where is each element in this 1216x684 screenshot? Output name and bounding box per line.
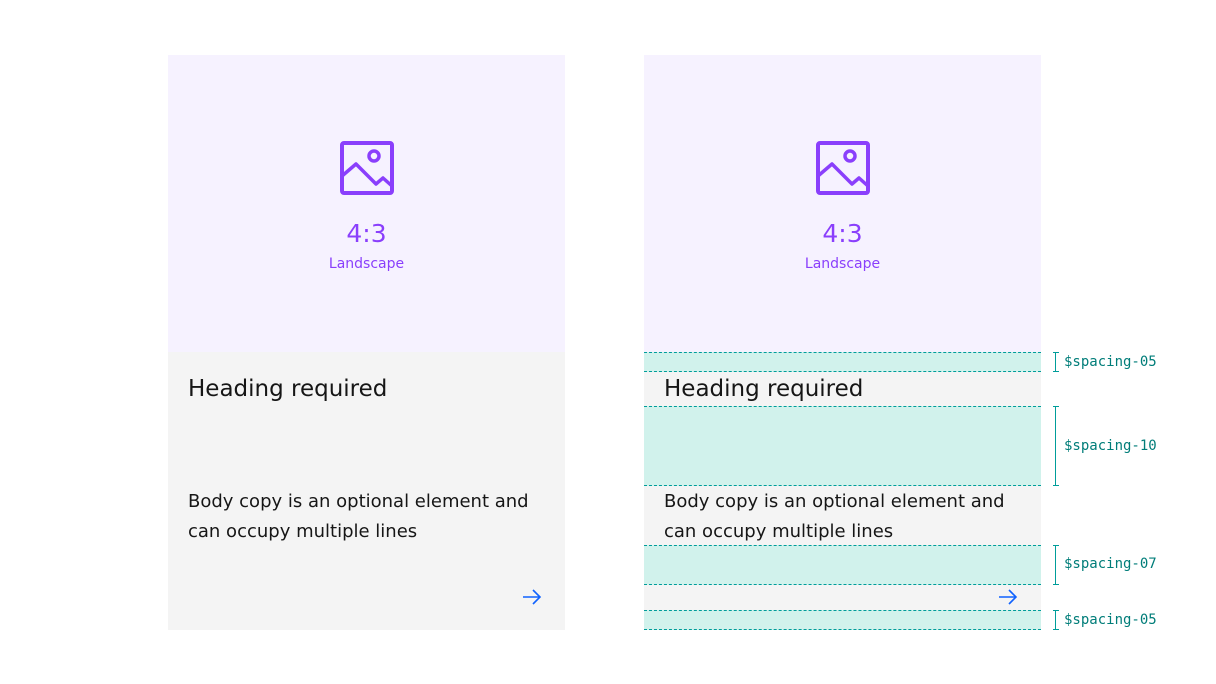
- diagram-canvas: 4:3 Landscape Heading required Body copy…: [0, 0, 1216, 684]
- spacing-label: $spacing-07: [1064, 556, 1157, 572]
- spacing-band-body-action: [644, 545, 1041, 585]
- arrow-right-icon[interactable]: [997, 586, 1019, 608]
- spacing-bracket: [1053, 406, 1059, 486]
- spacing-bracket: [1053, 545, 1059, 585]
- card-annotated[interactable]: 4:3 Landscape Heading required Body copy…: [644, 55, 1041, 630]
- arrow-right-icon[interactable]: [521, 586, 543, 608]
- card-media: 4:3 Landscape: [168, 55, 565, 352]
- card-heading: Heading required: [664, 376, 864, 402]
- spacing-label: $spacing-10: [1064, 438, 1157, 454]
- spacing-bracket: [1053, 352, 1059, 372]
- spacing-band-heading-body: [644, 406, 1041, 486]
- spacing-label: $spacing-05: [1064, 354, 1157, 370]
- spacing-bracket: [1053, 610, 1059, 630]
- spacing-label: $spacing-05: [1064, 612, 1157, 628]
- card-body-copy: Body copy is an optional element and can…: [188, 491, 529, 542]
- orientation-label: Landscape: [804, 256, 881, 272]
- image-icon: [816, 141, 870, 195]
- image-icon: [340, 141, 394, 195]
- card-body-copy: Body copy is an optional element and can…: [664, 491, 1005, 542]
- spacing-band-top: [644, 352, 1041, 372]
- orientation-label: Landscape: [328, 256, 405, 272]
- spacing-band-bottom: [644, 610, 1041, 630]
- card-example[interactable]: 4:3 Landscape Heading required Body copy…: [168, 55, 565, 630]
- aspect-ratio-label: 4:3: [346, 219, 387, 248]
- aspect-ratio-label: 4:3: [822, 219, 863, 248]
- card-media: 4:3 Landscape: [644, 55, 1041, 352]
- card-heading: Heading required: [188, 376, 388, 402]
